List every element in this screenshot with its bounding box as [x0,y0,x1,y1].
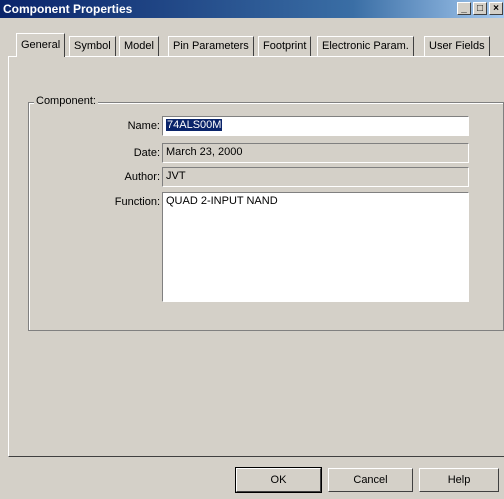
date-label: Date: [133,147,160,159]
ok-button[interactable]: OK [235,467,322,493]
tab-strip: General Symbol Model Pin Parameters Foot… [8,33,504,57]
date-field: March 23, 2000 [162,143,469,163]
window-title: Component Properties [3,2,133,16]
help-button[interactable]: Help [419,468,499,492]
tab-footprint[interactable]: Footprint [258,36,312,56]
name-label: Name: [127,120,160,132]
tab-user-fields[interactable]: User Fields [424,36,490,56]
maximize-button[interactable]: □ [473,2,487,15]
name-field[interactable]: 74ALS00M [162,116,469,136]
title-bar[interactable]: Component Properties _ □ × [0,0,504,18]
close-button[interactable]: × [489,2,503,15]
minimize-button[interactable]: _ [457,2,471,15]
author-field: JVT [162,167,469,187]
tab-electronic-param[interactable]: Electronic Param. [317,36,414,56]
function-label: Function: [114,196,160,208]
tab-model[interactable]: Model [119,36,159,56]
author-label: Author: [124,171,160,183]
cancel-button[interactable]: Cancel [328,468,413,492]
component-properties-window: Component Properties _ □ × General Symbo… [0,0,504,499]
component-group-label: Component: [34,95,98,107]
function-field[interactable]: QUAD 2-INPUT NAND [162,192,469,302]
name-value: 74ALS00M [166,119,223,131]
tab-general[interactable]: General [16,33,66,57]
tab-symbol[interactable]: Symbol [69,36,116,56]
tab-pin-parameters[interactable]: Pin Parameters [168,36,254,56]
